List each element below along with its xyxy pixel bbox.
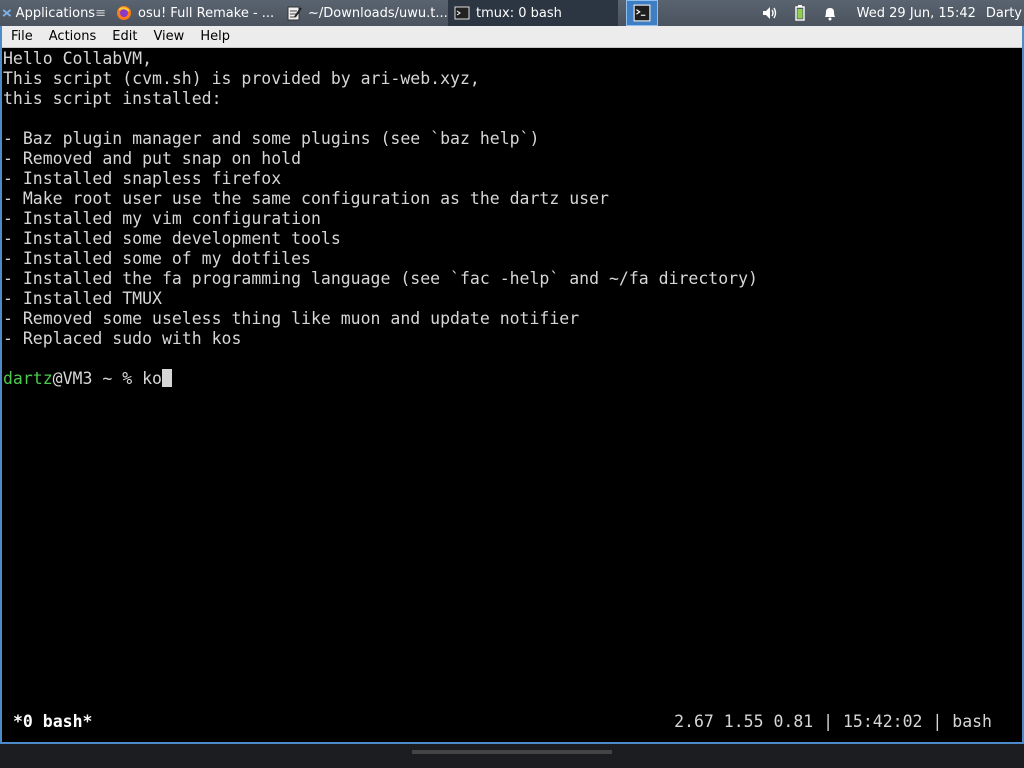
- terminal-line: this script installed:: [3, 89, 222, 108]
- terminal-icon: [633, 4, 651, 22]
- clock[interactable]: Wed 29 Jun, 15:42: [845, 6, 986, 21]
- applications-menu[interactable]: Applications ≡: [0, 0, 110, 26]
- terminal-line: - Removed some useless thing like muon a…: [3, 309, 580, 328]
- battery-icon[interactable]: [791, 4, 809, 22]
- terminal-line: Hello CollabVM,: [3, 49, 153, 68]
- tmux-status-right: 2.67 1.55 0.81 | 15:42:02 | bash: [674, 712, 992, 731]
- terminal-line: This script (cvm.sh) is provided by ari-…: [3, 69, 480, 88]
- terminal-line: - Replaced sudo with kos: [3, 329, 242, 348]
- task-label: osu! Full Remake - ...: [138, 5, 275, 21]
- tmux-window-name[interactable]: *0 bash*: [13, 712, 92, 732]
- desktop-divider: [412, 750, 612, 754]
- applications-label: Applications: [15, 5, 96, 21]
- terminal-window: File Actions Edit View Help Hello Collab…: [0, 26, 1024, 744]
- scrollbar[interactable]: [1016, 48, 1022, 742]
- menubar: File Actions Edit View Help: [2, 26, 1022, 48]
- terminal-line: - Make root user use the same configurat…: [3, 189, 609, 208]
- workspace-terminal-button[interactable]: [626, 0, 658, 26]
- terminal-line: - Removed and put snap on hold: [3, 149, 302, 168]
- menu-view[interactable]: View: [144, 29, 191, 44]
- prompt-host-path: @VM3 ~ %: [52, 369, 143, 388]
- terminal-output: Hello CollabVM, This script (cvm.sh) is p…: [3, 49, 1022, 369]
- task-label: ~/Downloads/uwu.t...: [308, 5, 448, 21]
- text-cursor: [161, 369, 172, 387]
- terminal-line: - Baz plugin manager and some plugins (s…: [3, 129, 540, 148]
- task-firefox[interactable]: osu! Full Remake - ...: [110, 0, 280, 26]
- top-panel: Applications ≡ osu! Full Remake - ... ~/…: [0, 0, 1024, 26]
- notification-bell-icon[interactable]: [821, 4, 839, 22]
- system-tray: Wed 29 Jun, 15:42 Darty: [755, 0, 1024, 26]
- firefox-icon: [117, 6, 131, 20]
- terminal-line: - Installed my vim configuration: [3, 209, 321, 228]
- task-terminal[interactable]: tmux: 0 bash: [448, 0, 618, 26]
- task-text-editor[interactable]: ~/Downloads/uwu.t...: [280, 0, 448, 26]
- menu-edit[interactable]: Edit: [103, 29, 144, 44]
- desktop-background: [0, 744, 1024, 768]
- user-menu[interactable]: Darty: [986, 6, 1024, 21]
- menu-actions[interactable]: Actions: [40, 29, 104, 44]
- terminal-line: - Installed the fa programming language …: [3, 269, 758, 288]
- menu-help[interactable]: Help: [191, 29, 237, 44]
- prompt-user: dartz: [3, 369, 53, 388]
- terminal-icon: [454, 6, 470, 20]
- text-editor-icon: [287, 6, 302, 21]
- tmux-status-bar: *0 bash* 2.67 1.55 0.81 | 15:42:02 | bas…: [2, 712, 1022, 732]
- task-label: tmux: 0 bash: [476, 5, 562, 21]
- terminal-area[interactable]: Hello CollabVM, This script (cvm.sh) is p…: [2, 48, 1022, 742]
- xfce-icon: [2, 9, 12, 17]
- terminal-line: - Installed TMUX: [3, 289, 162, 308]
- terminal-line: - Installed snapless firefox: [3, 169, 282, 188]
- volume-icon[interactable]: [761, 4, 779, 22]
- terminal-line: - Installed some of my dotfiles: [3, 249, 311, 268]
- menu-file[interactable]: File: [2, 29, 40, 44]
- command-input[interactable]: ko: [142, 369, 162, 388]
- terminal-line: - Installed some development tools: [3, 229, 341, 248]
- prompt-line: dartz@VM3 ~ % ko: [3, 369, 1022, 389]
